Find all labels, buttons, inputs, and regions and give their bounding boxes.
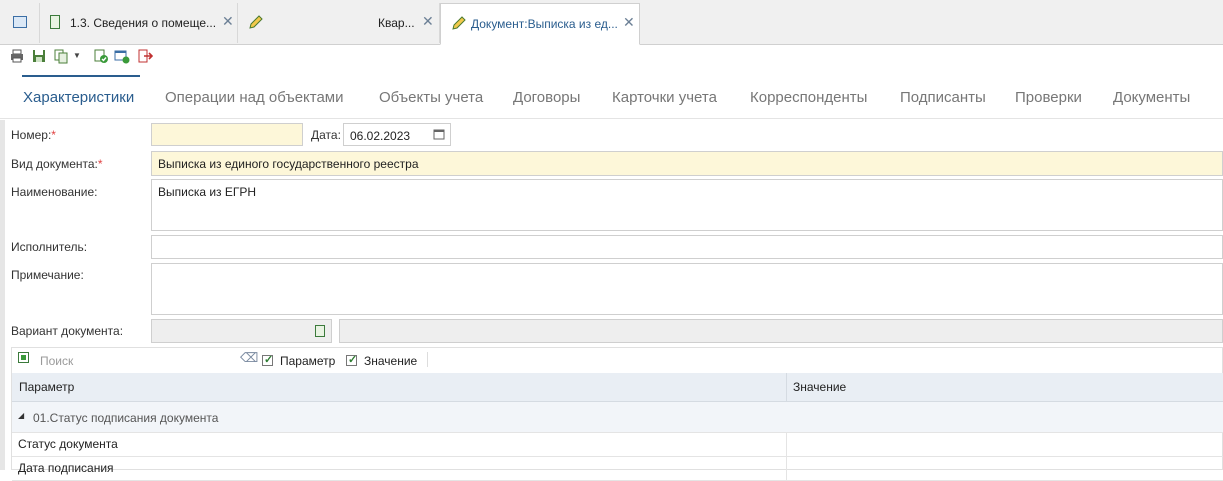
executor-field[interactable] [151, 235, 1223, 259]
date-label: Дата: [311, 128, 341, 142]
column-header-value[interactable]: Значение [793, 380, 846, 394]
tab-apartment[interactable]: Квар... ✕ [238, 3, 440, 43]
document-icon [50, 15, 60, 29]
tab-characteristics[interactable]: Характеристики [23, 89, 134, 106]
dropdown-arrow-icon[interactable]: ▼ [73, 51, 81, 60]
grid-toggle-icon[interactable] [18, 352, 29, 363]
tab-object-operations[interactable]: Операции над объектами [165, 89, 344, 106]
toolbar-divider [427, 352, 428, 367]
date-value: 06.02.2023 [350, 129, 411, 143]
variant-description-field [339, 319, 1223, 343]
pencil-icon [452, 16, 466, 30]
left-edge-bar [0, 120, 5, 470]
row-param: Статус документа [18, 437, 118, 451]
param-filter-checkbox[interactable]: ✓ [262, 354, 273, 366]
close-icon[interactable]: ✕ [222, 13, 234, 30]
date-field[interactable]: 06.02.2023 [343, 123, 451, 146]
value-filter-checkbox[interactable]: ✓ [346, 354, 357, 366]
tab-signatories[interactable]: Подписанты [900, 89, 986, 106]
search-input[interactable]: Поиск [40, 354, 73, 368]
tab-apartment-label: Квар... [378, 16, 415, 30]
number-input[interactable] [151, 123, 303, 146]
name-label: Наименование: [11, 185, 98, 199]
group-label: 01.Статус подписания документа [33, 411, 219, 425]
pencil-icon [249, 15, 263, 29]
document-tab-strip: 1.3. Сведения о помеще... ✕ Квар... ✕ До… [0, 0, 1223, 45]
doctype-field[interactable]: Выписка из единого государственного реес… [151, 151, 1223, 176]
copy-icon[interactable] [53, 48, 69, 64]
save-icon[interactable] [31, 48, 47, 64]
close-icon[interactable]: ✕ [623, 14, 635, 31]
active-tab-indicator [22, 75, 140, 77]
calendar-icon[interactable] [433, 128, 445, 140]
note-label: Примечание: [11, 268, 84, 282]
grid-header: Параметр Значение [12, 373, 1223, 402]
tab-main-form[interactable] [0, 3, 40, 43]
tab-correspondents[interactable]: Корреспонденты [750, 89, 867, 106]
tab-room-info-label: 1.3. Сведения о помеще... [70, 16, 217, 30]
tab-checks[interactable]: Проверки [1015, 89, 1082, 106]
form-icon [13, 16, 27, 28]
print-icon[interactable] [9, 48, 25, 64]
executor-label: Исполнитель: [11, 240, 88, 254]
exit-icon[interactable] [137, 48, 153, 64]
eraser-icon[interactable]: ⌫ [240, 350, 258, 366]
tab-contracts[interactable]: Договоры [513, 89, 580, 106]
tab-accounting-objects[interactable]: Объекты учета [379, 89, 483, 106]
row-param: Дата подписания [18, 461, 114, 475]
window-check-icon[interactable] [114, 48, 130, 64]
toolbar: ▼ [0, 45, 1223, 69]
table-row[interactable]: Статус документа [12, 433, 1223, 457]
value-filter-label: Значение [364, 354, 418, 368]
table-row[interactable]: Дата подписания [12, 457, 1223, 481]
tab-room-info[interactable]: 1.3. Сведения о помеще... ✕ [40, 3, 238, 43]
group-row[interactable]: ◢ 01.Статус подписания документа [12, 402, 1223, 433]
section-tabs: Характеристики Операции над объектами Об… [0, 72, 1223, 119]
tab-document-extract[interactable]: Документ:Выписка из ед... ✕ [440, 3, 640, 45]
doctype-label: Вид документа:* [11, 157, 103, 171]
variant-label: Вариант документа: [11, 324, 124, 338]
tab-documents[interactable]: Документы [1113, 89, 1190, 106]
tab-accounting-cards[interactable]: Карточки учета [612, 89, 717, 106]
select-icon[interactable] [315, 325, 325, 337]
cell-divider [786, 433, 787, 456]
param-filter-label: Параметр [280, 354, 336, 368]
variant-field[interactable] [151, 319, 332, 343]
column-header-param[interactable]: Параметр [19, 380, 74, 394]
note-field[interactable] [151, 263, 1223, 315]
collapse-triangle-icon[interactable]: ◢ [18, 411, 24, 420]
name-field[interactable]: Выписка из ЕГРН [151, 179, 1223, 231]
tab-document-extract-label: Документ:Выписка из ед... [471, 17, 618, 31]
number-label: Номер:* [11, 128, 56, 142]
refresh-check-icon[interactable] [93, 48, 109, 64]
column-divider [786, 373, 787, 401]
close-icon[interactable]: ✕ [422, 13, 434, 30]
cell-divider [786, 457, 787, 480]
